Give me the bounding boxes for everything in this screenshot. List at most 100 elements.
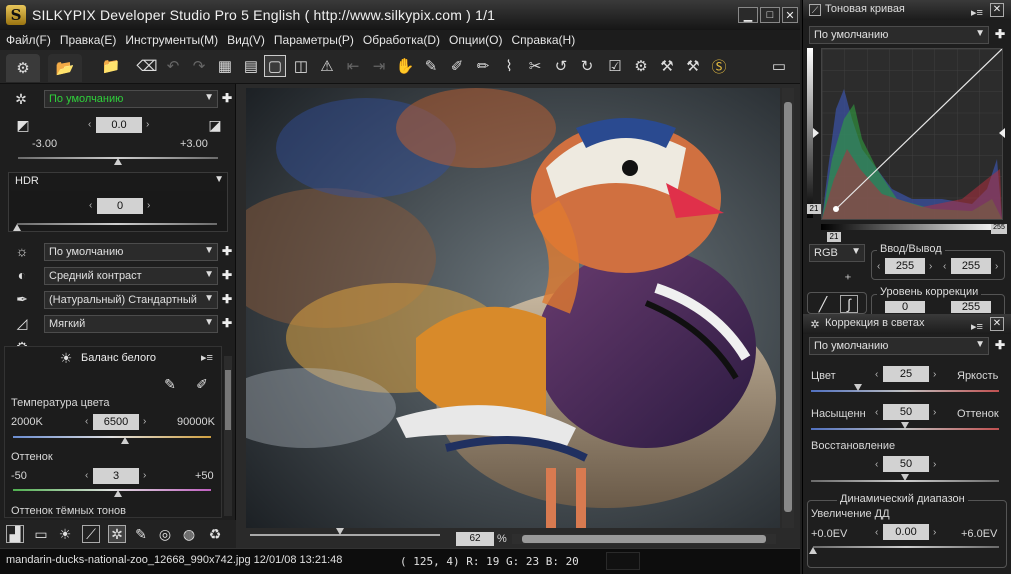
viewer-horizontal-scrollbar[interactable]	[512, 534, 776, 544]
preview-photo[interactable]	[246, 88, 780, 528]
add-icon[interactable]: ✚	[995, 27, 1005, 41]
color-slider-thumb[interactable]	[854, 384, 862, 391]
comment-icon[interactable]: ▭	[32, 525, 50, 543]
increment-icon[interactable]: ›	[143, 470, 146, 481]
close-button[interactable]: ✕	[782, 7, 798, 23]
single-view-icon[interactable]: ▢	[264, 55, 286, 77]
color-value[interactable]: 25	[883, 366, 929, 382]
hdr-slider-thumb[interactable]	[13, 224, 21, 231]
decrement-icon[interactable]: ‹	[877, 261, 880, 272]
input-value[interactable]: 255	[885, 258, 925, 274]
wb-auto-icon[interactable]: ✐	[193, 375, 211, 393]
wb-dropper-icon[interactable]: ✎	[161, 375, 179, 393]
silkypix-icon[interactable]: Ⓢ	[708, 55, 730, 77]
hdr-slider-track[interactable]	[17, 223, 217, 225]
develop-settings-icon[interactable]: ⚒	[656, 55, 678, 77]
color-slider-track[interactable]	[811, 390, 999, 392]
dropper-icon[interactable]: ✎	[420, 55, 442, 77]
sun-small-icon[interactable]: ☀	[56, 525, 74, 543]
rotate-right-icon[interactable]: ↻	[576, 55, 598, 77]
menu-file[interactable]: Файл(F)	[6, 33, 51, 47]
add-preset-icon[interactable]: ✚	[222, 91, 232, 105]
tone-curve-icon[interactable]: ⟋	[82, 525, 100, 543]
decrement-icon[interactable]: ‹	[875, 459, 878, 470]
decrement-icon[interactable]: ‹	[875, 407, 878, 418]
horizontal-scrollbar-thumb[interactable]	[522, 535, 766, 543]
add-icon[interactable]: ✚	[222, 292, 232, 306]
input-black-box[interactable]: 21	[827, 232, 841, 242]
curve-tool-icon[interactable]: ∫	[840, 295, 858, 313]
menu-edit[interactable]: Правка(E)	[60, 33, 117, 47]
panel-menu-icon[interactable]: ▸≡	[201, 351, 213, 364]
open-folder-icon[interactable]: 📁	[100, 55, 122, 77]
input-white-box[interactable]: 255	[991, 224, 1007, 234]
dr-slider-thumb[interactable]	[809, 547, 817, 554]
maximize-button[interactable]: □	[760, 7, 780, 23]
undo-icon[interactable]: ↶	[162, 55, 184, 77]
add-icon[interactable]: ✚	[222, 244, 232, 258]
menu-develop[interactable]: Обработка(D)	[363, 33, 440, 47]
correction-out-value[interactable]: 255	[951, 301, 991, 313]
hdr-combo[interactable]: HDR ▼	[11, 173, 227, 191]
decrement-icon[interactable]: ‹	[875, 369, 878, 380]
recovery-slider-thumb[interactable]	[901, 474, 909, 481]
temperature-slider-thumb[interactable]	[120, 437, 129, 444]
line-tool-icon[interactable]: ╱	[814, 295, 832, 313]
increment-icon[interactable]: ›	[933, 407, 936, 418]
menu-view[interactable]: Вид(V)	[227, 33, 265, 47]
tint-slider-track[interactable]	[13, 489, 211, 491]
temperature-value[interactable]: 6500	[93, 414, 139, 430]
zoom-slider-thumb[interactable]	[336, 528, 344, 535]
menu-options[interactable]: Опции(O)	[449, 33, 502, 47]
zoom-slider-track[interactable]	[250, 534, 440, 536]
output-value[interactable]: 255	[951, 258, 991, 274]
compare-view-icon[interactable]: ◫	[290, 55, 312, 77]
eraser-icon[interactable]: ⌫	[136, 55, 158, 77]
histogram-icon[interactable]: ▟	[6, 525, 24, 543]
redo-icon[interactable]: ↷	[188, 55, 210, 77]
close-panel-icon[interactable]: ✕	[990, 317, 1004, 331]
dr-value[interactable]: 0.00	[883, 524, 929, 540]
sharpness-combo[interactable]: Мягкий ▼	[44, 315, 218, 333]
tone-preset-combo[interactable]: По умолчанию ▼	[809, 26, 989, 44]
filmstrip-view-icon[interactable]: ▤	[240, 55, 262, 77]
tone-combo[interactable]: По умолчанию ▼	[44, 243, 218, 261]
decrement-icon[interactable]: ‹	[943, 261, 946, 272]
decrement-icon[interactable]: ‹	[89, 200, 92, 211]
tab-develop-icon[interactable]: ⚙	[6, 54, 40, 82]
brush-icon[interactable]: ⌇	[498, 55, 520, 77]
increment-icon[interactable]: ›	[933, 459, 936, 470]
increment-icon[interactable]: ›	[929, 261, 932, 272]
warning-icon[interactable]: ⚠	[316, 55, 338, 77]
decrement-icon[interactable]: ‹	[85, 470, 88, 481]
next-image-icon[interactable]: ⇥	[368, 55, 390, 77]
crop-icon[interactable]: ✂	[524, 55, 546, 77]
add-point-icon[interactable]: ⁺	[839, 270, 857, 288]
scrollbar-thumb[interactable]	[225, 370, 231, 430]
add-icon[interactable]: ✚	[222, 268, 232, 282]
color-combo[interactable]: (Натуральный) Стандартный ▼	[44, 291, 218, 309]
increment-icon[interactable]: ›	[146, 119, 149, 130]
decrement-icon[interactable]: ‹	[85, 416, 88, 427]
vertical-scrollbar-thumb[interactable]	[784, 102, 792, 512]
panel-menu-icon[interactable]: ▸≡	[971, 320, 983, 333]
auto-exposure-icon[interactable]: ◪	[206, 116, 224, 134]
dropper-tool-icon[interactable]: ✎	[132, 525, 150, 543]
gear-icon[interactable]: ✲	[12, 90, 30, 108]
highlight-icon[interactable]: ✲	[108, 525, 126, 543]
increment-icon[interactable]: ›	[147, 200, 150, 211]
increment-icon[interactable]: ›	[995, 261, 998, 272]
monitor-icon[interactable]: ▭	[766, 55, 792, 77]
minimize-button[interactable]: ▁	[738, 7, 758, 23]
increment-icon[interactable]: ›	[933, 369, 936, 380]
menu-help[interactable]: Справка(H)	[511, 33, 575, 47]
input-level-marker[interactable]	[813, 128, 819, 138]
exposure-value[interactable]: 0.0	[96, 117, 142, 133]
output-level-marker[interactable]	[999, 128, 1005, 138]
increment-icon[interactable]: ›	[143, 416, 146, 427]
tint-value[interactable]: 3	[93, 468, 139, 484]
tab-folder-icon[interactable]: 📂	[48, 54, 82, 82]
menu-parameters[interactable]: Параметры(P)	[274, 33, 354, 47]
saturation-value[interactable]: 50	[883, 404, 929, 420]
dr-slider-track[interactable]	[813, 546, 999, 548]
